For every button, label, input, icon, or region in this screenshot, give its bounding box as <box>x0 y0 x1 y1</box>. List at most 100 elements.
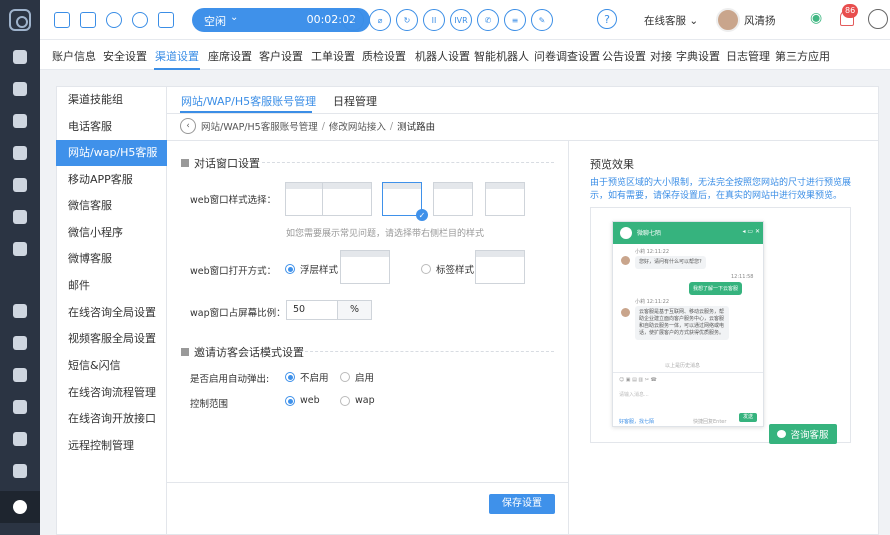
window-style-option-2[interactable] <box>322 182 372 216</box>
menu-security[interactable]: 安全设置 <box>103 48 147 64</box>
left-rail <box>0 0 40 535</box>
window-style-option-4[interactable] <box>433 182 473 216</box>
chat-icon[interactable] <box>0 105 40 137</box>
breadcrumb-item[interactable]: 修改网站接入 <box>329 119 386 133</box>
pause-button[interactable]: II <box>423 9 445 31</box>
subnav-sms[interactable]: 短信&闪信 <box>56 353 167 379</box>
menu-third-party[interactable]: 第三方应用 <box>775 48 830 64</box>
phone-icon[interactable] <box>0 73 40 105</box>
chat-input-area: ☺ ▣ ▤ ▥ ✂ ☎ 请输入消息... 好客服，找七陌 快捷回复Enter 发… <box>613 372 763 426</box>
menu-dictionary[interactable]: 字典设置 <box>676 48 720 64</box>
menu-customer[interactable]: 客户设置 <box>259 48 303 64</box>
book-icon[interactable] <box>0 233 40 265</box>
auto-popup-on-radio[interactable]: 启用 <box>340 370 374 384</box>
radio-dot <box>285 372 295 382</box>
subnav-weibo[interactable]: 微博客服 <box>56 246 167 272</box>
auto-popup-off-radio[interactable]: 不启用 <box>285 370 329 384</box>
subnav-app[interactable]: 移动APP客服 <box>56 167 167 193</box>
back-icon[interactable]: ‹ <box>180 118 196 134</box>
subnav-online-flow[interactable]: 在线咨询流程管理 <box>56 380 167 406</box>
subnav-video-global[interactable]: 视频客服全局设置 <box>56 326 167 352</box>
tab-schedule[interactable]: 日程管理 <box>333 93 377 109</box>
monitor-icon[interactable] <box>0 327 40 359</box>
help-button[interactable]: ? <box>597 9 617 29</box>
menu-channel[interactable]: 渠道设置 <box>155 48 199 64</box>
mail-icon[interactable] <box>0 137 40 169</box>
menu-integration[interactable]: 对接 <box>650 48 672 64</box>
users-icon[interactable] <box>132 12 148 28</box>
subnav-skill-group[interactable]: 渠道技能组 <box>56 87 167 113</box>
link-icon[interactable] <box>0 455 40 487</box>
subnav-wechat[interactable]: 微信客服 <box>56 193 167 219</box>
chat-time: 小莉 12:11:22 <box>635 299 670 305</box>
consult-service-button[interactable]: 咨询客服 <box>769 424 837 444</box>
chat-bubble: 云客服是基于互联网、移动云服务，帮助企业建立面向客户服务中心，云客服和自助云服务… <box>635 306 729 340</box>
menu-log[interactable]: 日志管理 <box>726 48 770 64</box>
consult-button[interactable]: ✆ <box>477 9 499 31</box>
app-logo-icon <box>9 9 31 31</box>
power-icon[interactable] <box>868 9 888 29</box>
footer-divider <box>167 482 568 483</box>
subnav-online-global[interactable]: 在线咨询全局设置 <box>56 300 167 326</box>
collapse-icon[interactable] <box>54 12 70 28</box>
agent-status-select[interactable]: 在线客服 ⌄ <box>644 13 698 28</box>
menu-notice[interactable]: 公告设置 <box>602 48 646 64</box>
ratio-input[interactable]: 50 <box>286 300 338 320</box>
breadcrumb: ‹ 网站/WAP/H5客服账号管理 / 修改网站接入 / 测试路由 <box>180 116 435 136</box>
home-icon[interactable] <box>0 41 40 73</box>
menu-account-info[interactable]: 账户信息 <box>52 48 96 64</box>
tab-bar: 网站/WAP/H5客服账号管理 日程管理 <box>167 86 569 114</box>
section-title: 对话窗口设置 <box>181 155 260 171</box>
send-button: 发送 <box>739 413 757 422</box>
envelope-icon[interactable] <box>158 12 174 28</box>
hangup-button[interactable]: ⟲ <box>342 9 364 31</box>
hold-button[interactable]: ⌀ <box>369 9 391 31</box>
username: 风清扬 <box>744 15 776 27</box>
subnav-web-wap-h5[interactable]: 网站/wap/H5客服 <box>56 140 167 166</box>
chat-bubble: 您好，请问有什么可以帮您? <box>635 256 706 269</box>
menu-robot[interactable]: 机器人设置 <box>415 48 470 64</box>
scope-web-radio[interactable]: web <box>285 395 320 406</box>
volume-icon[interactable] <box>80 12 96 28</box>
subnav-online-api[interactable]: 在线咨询开放接口 <box>56 406 167 432</box>
subnav-remote-control[interactable]: 远程控制管理 <box>56 433 167 459</box>
chat-time: 12:11:58 <box>731 274 754 280</box>
clipboard-icon[interactable] <box>0 201 40 233</box>
breadcrumb-item[interactable]: 网站/WAP/H5客服账号管理 <box>201 119 318 133</box>
open-float-radio[interactable]: 浮层样式 <box>285 262 338 276</box>
calendar-icon[interactable] <box>0 359 40 391</box>
status-text: 空闲 <box>204 15 226 28</box>
transfer-button[interactable]: ↻ <box>396 9 418 31</box>
ivr-button[interactable]: IVR <box>450 9 472 31</box>
auto-popup-label: 是否启用自动弹出: <box>190 374 270 385</box>
subnav-mini-program[interactable]: 微信小程序 <box>56 220 167 246</box>
three-way-button[interactable]: ≡ <box>504 9 526 31</box>
wifi-icon: ◉ <box>810 10 823 26</box>
subnav-phone[interactable]: 电话客服 <box>56 114 167 140</box>
subnav-email[interactable]: 邮件 <box>56 273 167 299</box>
settings-gear-icon[interactable] <box>0 491 40 523</box>
radio-label: 不启用 <box>300 373 329 384</box>
user-icon[interactable] <box>0 169 40 201</box>
menu-ticket[interactable]: 工单设置 <box>311 48 355 64</box>
radio-label: 启用 <box>355 373 375 384</box>
note-button[interactable]: ✎ <box>531 9 553 31</box>
window-style-option-1[interactable] <box>285 182 325 216</box>
menu-seat[interactable]: 座席设置 <box>208 48 252 64</box>
radio-label: wap <box>355 395 375 406</box>
menu-smart-robot[interactable]: 智能机器人 <box>474 48 529 64</box>
avatar[interactable] <box>716 8 740 32</box>
window-style-option-5[interactable] <box>485 182 525 216</box>
scope-wap-radio[interactable]: wap <box>340 395 375 406</box>
breadcrumb-separator: / <box>321 120 325 132</box>
menu-survey[interactable]: 问卷调查设置 <box>534 48 600 64</box>
shield-icon[interactable] <box>0 423 40 455</box>
save-button[interactable]: 保存设置 <box>489 494 555 514</box>
chat-title: 微聊七陌 <box>637 230 662 237</box>
menu-qa[interactable]: 质检设置 <box>362 48 406 64</box>
open-tab-radio[interactable]: 标签样式 <box>421 262 474 276</box>
bar-chart-icon[interactable] <box>0 295 40 327</box>
tab-account-management[interactable]: 网站/WAP/H5客服账号管理 <box>181 93 316 109</box>
message-icon[interactable] <box>0 391 40 423</box>
chat-bubble-icon[interactable] <box>106 12 122 28</box>
